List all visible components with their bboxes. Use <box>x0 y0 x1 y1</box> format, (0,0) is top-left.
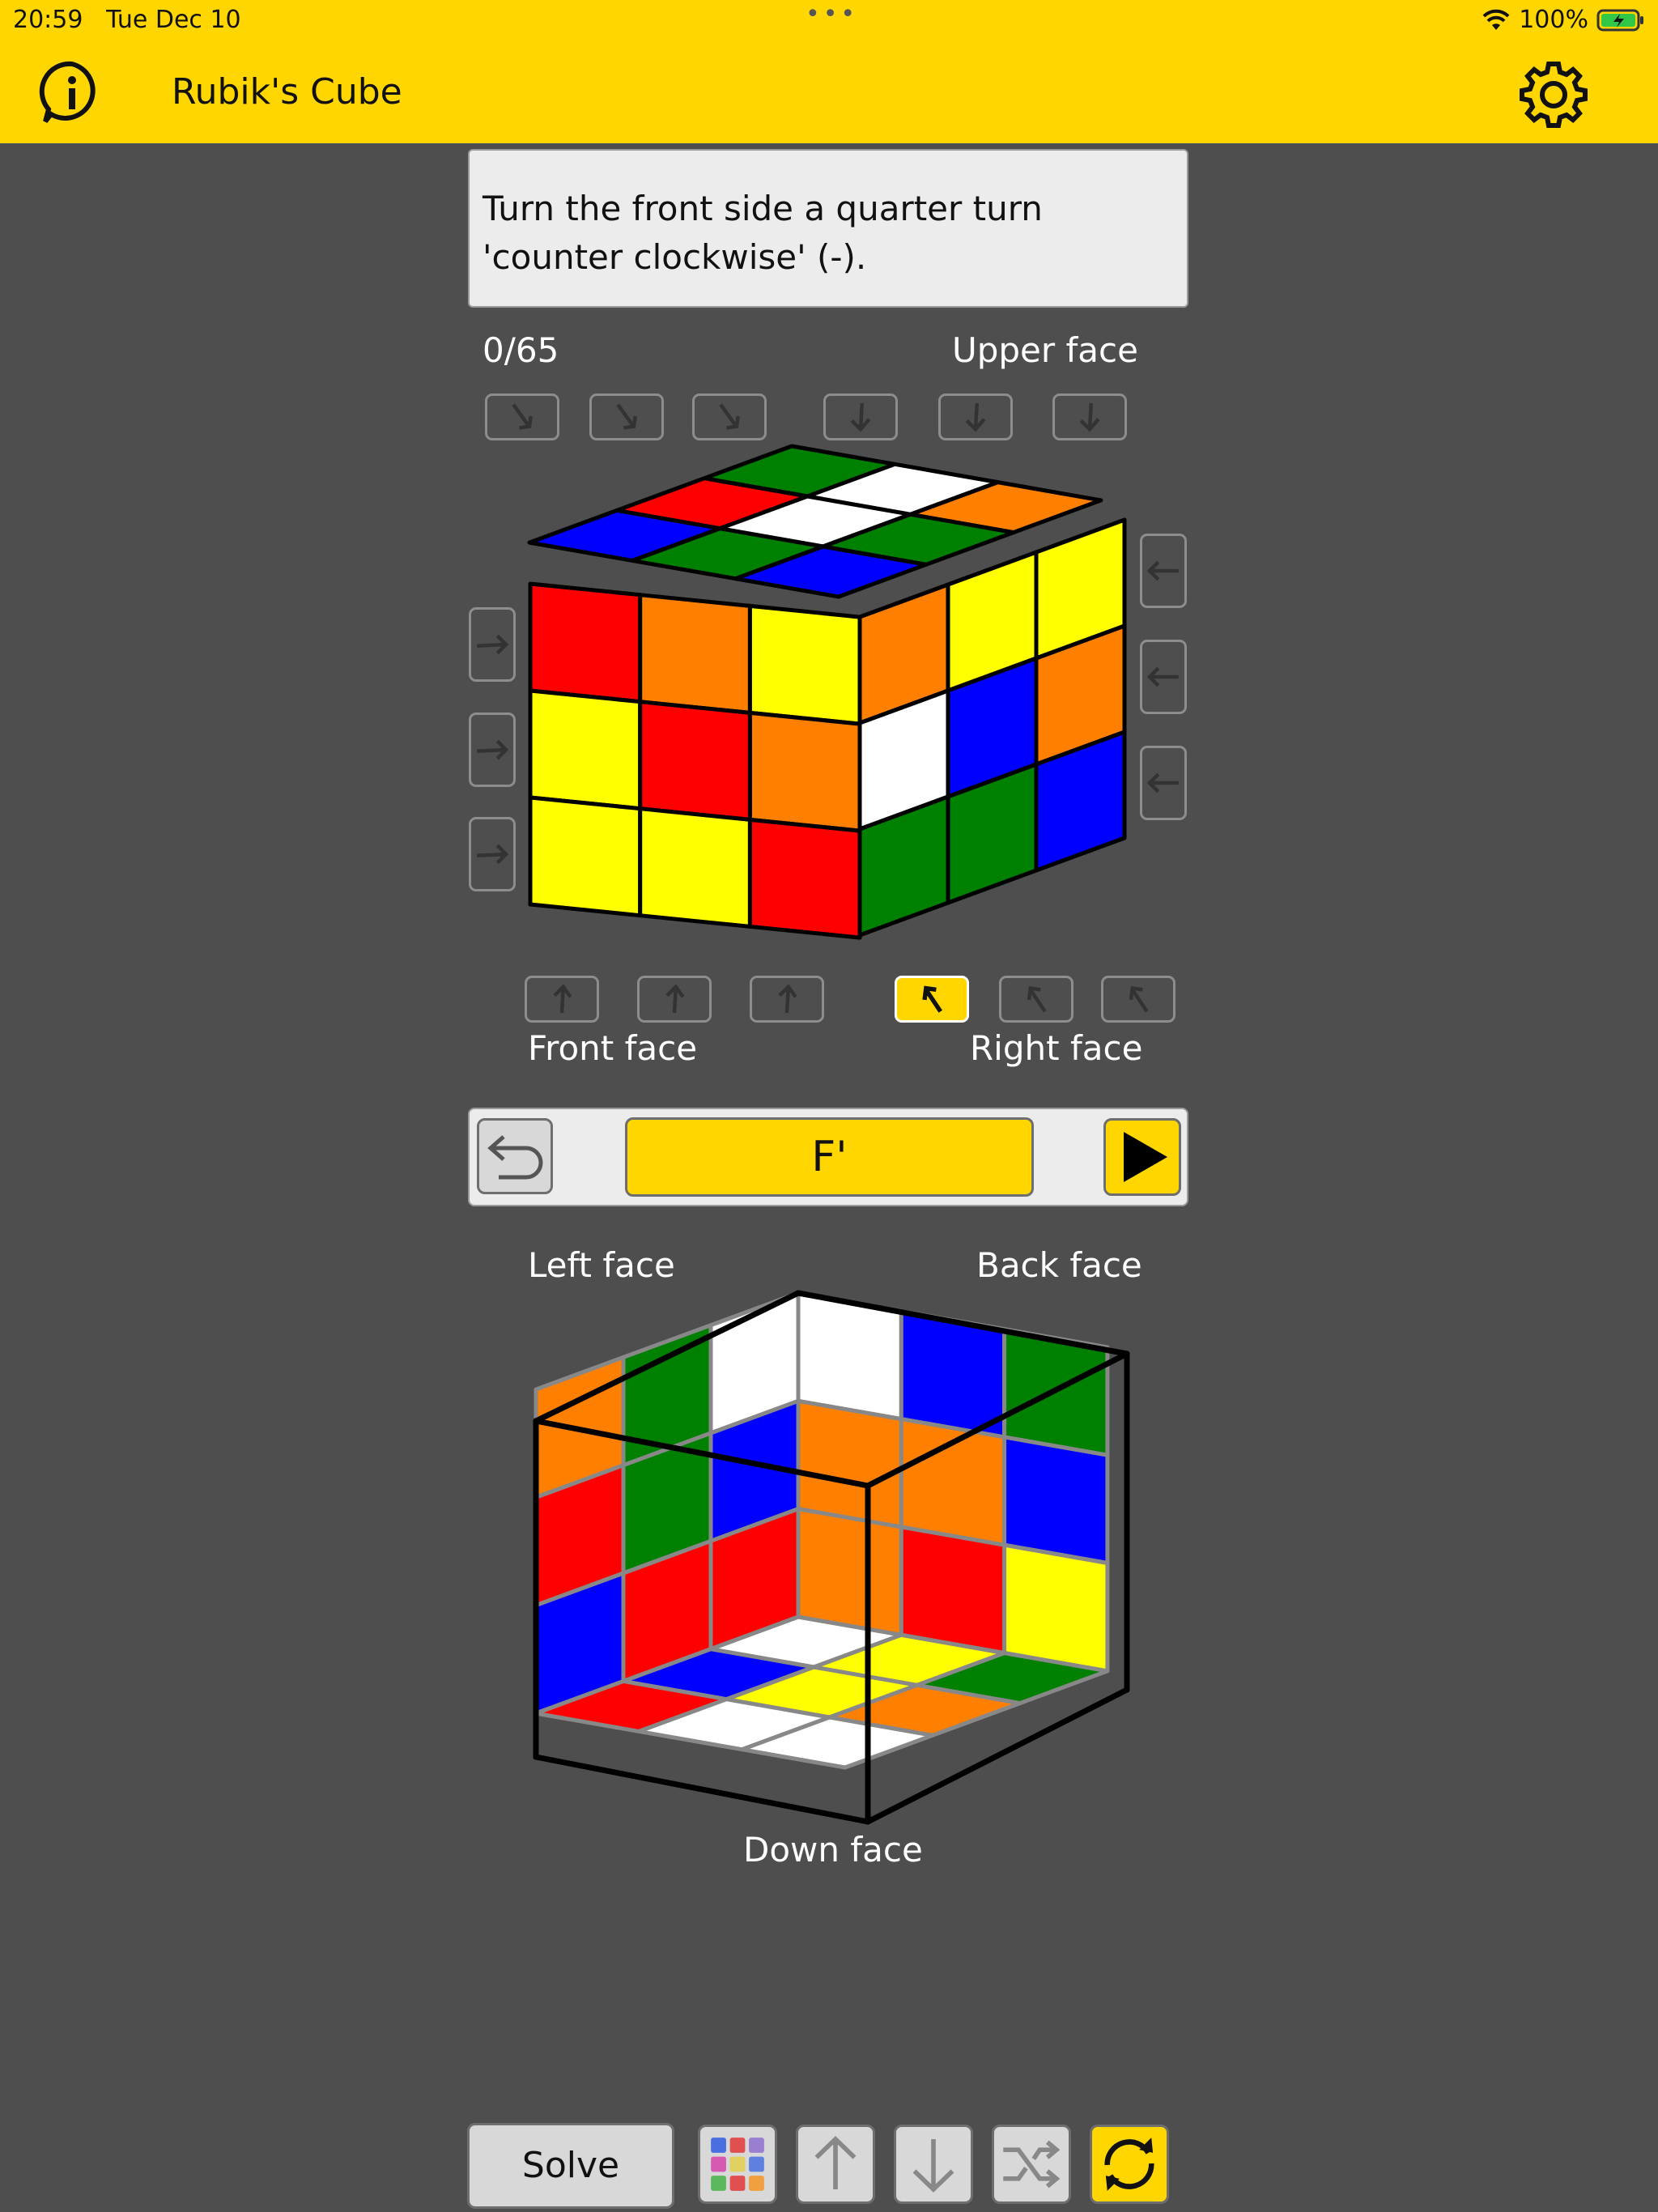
diagonal-up-arrow-icon <box>922 985 942 1013</box>
color-edit-button[interactable] <box>698 2125 777 2204</box>
move-counter: 0/65 <box>483 330 559 370</box>
arrow-right-icon <box>477 844 509 865</box>
back-facelet <box>899 1525 1007 1655</box>
move-bar: F' <box>468 1108 1188 1206</box>
back-facelet <box>1002 1435 1110 1565</box>
info-button[interactable] <box>39 59 105 125</box>
move-down-button[interactable] <box>894 2125 973 2204</box>
front-facelet <box>638 700 752 822</box>
rotate-row-1-right-button[interactable] <box>469 607 516 682</box>
arrow-up-icon <box>814 2136 857 2189</box>
arrow-left-icon <box>1146 666 1179 687</box>
cube-back-view[interactable] <box>518 1279 1133 1838</box>
right-face-label: Right face <box>970 1028 1143 1068</box>
refresh-icon <box>1104 2138 1154 2191</box>
front-facelet <box>638 806 752 929</box>
shuffle-icon <box>1003 2140 1061 2189</box>
play-icon <box>1124 1132 1167 1182</box>
rotate-row-3-right-button[interactable] <box>469 817 516 891</box>
play-button[interactable] <box>1103 1118 1181 1196</box>
status-bar: 20:59 Tue Dec 10 ••• 100% <box>0 0 1658 40</box>
wifi-icon <box>1482 9 1510 30</box>
diagonal-down-arrow-icon <box>616 403 637 430</box>
back-facelet <box>1002 1542 1110 1674</box>
page-title: Rubik's Cube <box>172 71 402 113</box>
back-facelet <box>796 1398 903 1529</box>
front-facelet <box>747 817 862 940</box>
arrow-right-icon <box>477 739 509 760</box>
arrow-left-icon <box>1146 560 1179 581</box>
front-facelet <box>747 710 862 833</box>
rotate-row-2-left-button[interactable] <box>1140 640 1187 714</box>
diagonal-up-arrow-icon <box>1027 986 1047 1013</box>
battery-icon <box>1596 9 1643 31</box>
cube-front-view[interactable] <box>518 433 1133 984</box>
gear-icon <box>1520 62 1588 128</box>
info-icon <box>39 61 96 123</box>
arrow-up-icon <box>778 984 797 1014</box>
undo-button[interactable] <box>477 1118 553 1194</box>
solve-button[interactable]: Solve <box>467 2123 674 2209</box>
rotate-row-1-left-button[interactable] <box>1140 534 1187 608</box>
status-right: 100% <box>1482 6 1645 34</box>
battery-percent: 100% <box>1519 6 1588 34</box>
front-face-label: Front face <box>528 1028 698 1068</box>
front-facelet <box>528 581 643 704</box>
settings-button[interactable] <box>1518 59 1589 130</box>
rotate-row-3-left-button[interactable] <box>1140 746 1187 820</box>
back-facelet <box>899 1417 1007 1547</box>
app-header: Rubik's Cube <box>0 40 1658 143</box>
move-up-button[interactable] <box>796 2125 875 2204</box>
instruction-box: Turn the front side a quarter turn 'coun… <box>468 149 1188 308</box>
scramble-button[interactable] <box>992 2125 1071 2204</box>
diagonal-down-arrow-icon <box>719 403 740 430</box>
arrow-down-icon <box>1079 402 1100 432</box>
multitask-dots[interactable]: ••• <box>806 0 858 28</box>
back-facelet <box>796 1507 903 1637</box>
arrow-down-icon <box>965 402 986 432</box>
reset-button[interactable] <box>1090 2125 1169 2204</box>
front-facelet <box>747 603 862 726</box>
arrow-up-icon <box>553 984 572 1014</box>
undo-icon <box>487 1135 543 1180</box>
diagonal-down-arrow-icon <box>512 403 533 430</box>
front-facelet <box>638 593 752 715</box>
arrow-right-icon <box>477 634 509 655</box>
arrow-left-icon <box>1146 772 1179 793</box>
rotate-row-2-right-button[interactable] <box>469 713 516 787</box>
arrow-up-icon <box>665 984 685 1014</box>
arrow-down-icon <box>850 402 871 432</box>
cube-edge-line <box>533 1754 871 1825</box>
arrow-down-icon <box>912 2139 954 2193</box>
front-facelet <box>528 688 643 811</box>
front-facelet <box>528 795 643 918</box>
current-move-display: F' <box>625 1117 1034 1197</box>
diagonal-up-arrow-icon <box>1129 986 1149 1013</box>
status-time: 20:59 Tue Dec 10 <box>13 6 241 34</box>
color-palette-icon <box>711 2138 764 2191</box>
upper-face-label: Upper face <box>952 330 1138 370</box>
